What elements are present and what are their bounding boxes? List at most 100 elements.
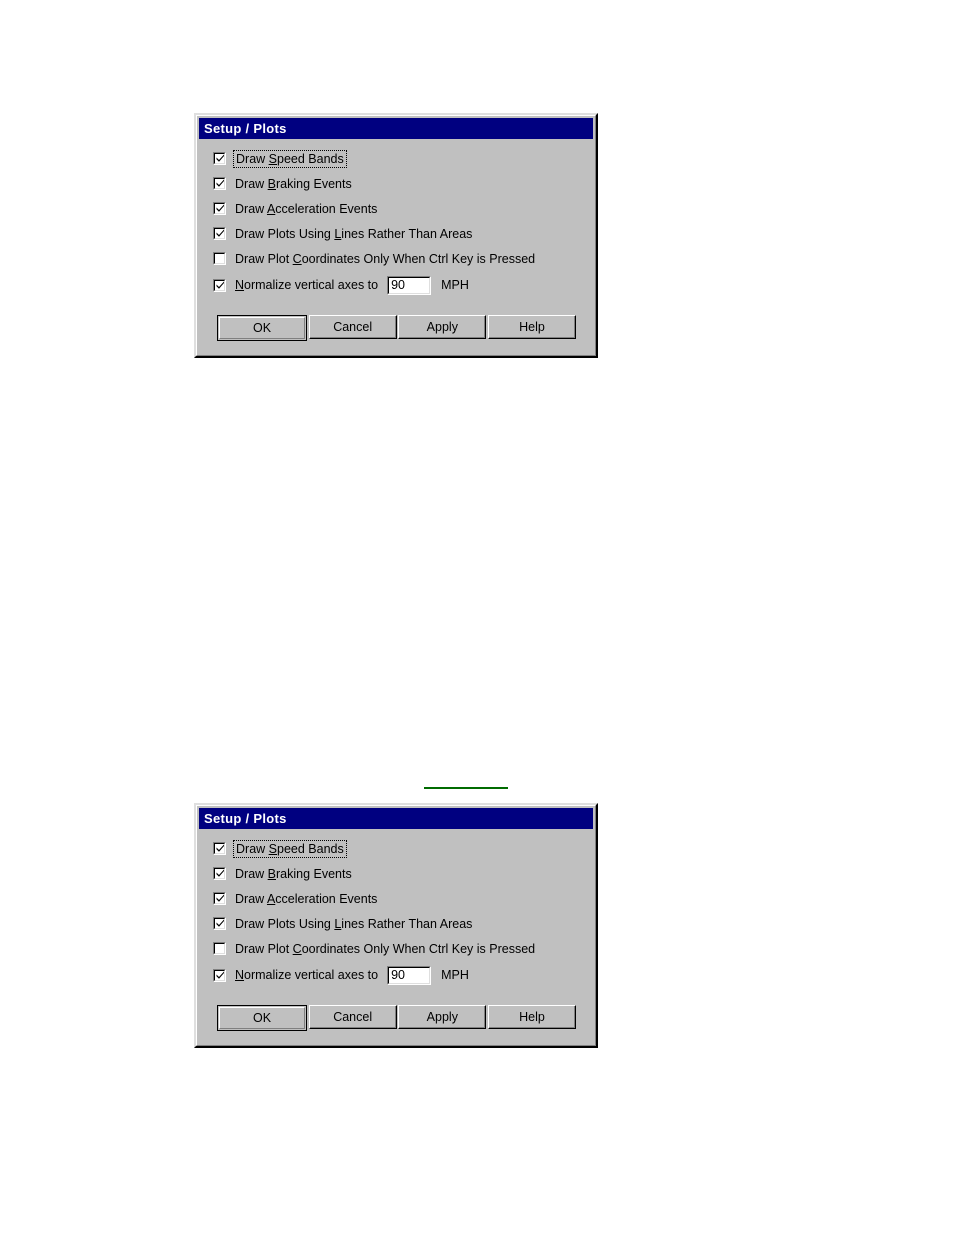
help-button[interactable]: Help <box>487 1005 576 1029</box>
checkbox-draw-braking-events[interactable] <box>213 867 226 880</box>
checkbox-row-draw-braking-events[interactable]: Draw Braking Events <box>213 175 579 192</box>
checkbox-row-draw-acceleration-events[interactable]: Draw Acceleration Events <box>213 890 579 907</box>
label-part: oordinates Only When Ctrl Key is Pressed <box>301 251 536 266</box>
checkbox-label-draw-plot-coordinates: Draw Plot Coordinates Only When Ctrl Key… <box>235 252 535 266</box>
checkmark-icon <box>216 844 224 852</box>
checkmark-icon <box>216 229 224 237</box>
accelerator-char: N <box>235 968 245 982</box>
normalize-label: Normalize vertical axes to <box>235 278 378 292</box>
checkbox-draw-plot-coordinates[interactable] <box>213 942 226 955</box>
checkbox-normalize-vertical-axes[interactable] <box>213 278 226 292</box>
checkbox-row-draw-plots-using-lines[interactable]: Draw Plots Using Lines Rather Than Areas <box>213 915 579 932</box>
checkbox-row-draw-speed-bands[interactable]: Draw Speed Bands <box>213 149 579 168</box>
button-row-spacer <box>213 985 579 1005</box>
normalize-value-input[interactable]: 90 <box>387 275 432 295</box>
accelerator-char: B <box>267 176 276 191</box>
apply-button[interactable]: Apply <box>398 1005 487 1029</box>
button-row-spacer <box>213 295 579 315</box>
checkmark-icon <box>216 179 224 187</box>
cancel-button-label: Cancel <box>333 320 373 334</box>
checkmark-icon <box>216 971 224 979</box>
checkbox-draw-speed-bands[interactable] <box>213 842 226 855</box>
label-part: cceleration Events <box>275 201 378 216</box>
dialog-bottom: Setup / Plots Draw Speed Bands Draw Brak… <box>194 803 598 1048</box>
green-underline-mark <box>424 787 508 789</box>
normalize-unit-label: MPH <box>441 278 469 292</box>
normalize-vertical-axes-row[interactable]: Normalize vertical axes to 90 MPH <box>213 275 579 295</box>
ok-button-label: OK <box>252 321 272 335</box>
normalize-value-input[interactable]: 90 <box>387 965 432 985</box>
checkbox-label-draw-braking-events: Draw Braking Events <box>235 177 352 191</box>
dialog-frame: Setup / Plots Draw Speed Bands Draw Brak… <box>196 115 596 356</box>
checkmark-icon <box>216 869 224 877</box>
label-part: raking Events <box>276 176 352 191</box>
ok-button[interactable]: OK <box>217 1005 307 1031</box>
checkbox-row-draw-braking-events[interactable]: Draw Braking Events <box>213 865 579 882</box>
accelerator-char: S <box>268 841 277 856</box>
label-part: Draw Plot <box>235 251 293 266</box>
dialog-button-row: OK Cancel Apply Help <box>213 315 579 341</box>
normalize-label: Normalize vertical axes to <box>235 968 378 982</box>
checkbox-label-draw-braking-events: Draw Braking Events <box>235 867 352 881</box>
accelerator-char: N <box>235 278 245 292</box>
normalize-vertical-axes-row[interactable]: Normalize vertical axes to 90 MPH <box>213 965 579 985</box>
checkbox-draw-plot-coordinates[interactable] <box>213 252 226 265</box>
checkbox-draw-plots-using-lines[interactable] <box>213 917 226 930</box>
checkmark-icon <box>216 894 224 902</box>
checkbox-draw-plots-using-lines[interactable] <box>213 227 226 240</box>
label-part: Draw Plots Using <box>235 916 335 931</box>
normalize-unit-label: MPH <box>441 968 469 982</box>
label-part: peed Bands <box>277 841 344 856</box>
label-part: raking Events <box>276 866 352 881</box>
checkmark-icon <box>216 204 224 212</box>
label-part: oordinates Only When Ctrl Key is Pressed <box>301 941 536 956</box>
label-part: peed Bands <box>277 151 344 166</box>
ok-button[interactable]: OK <box>217 315 307 341</box>
help-button[interactable]: Help <box>487 315 576 339</box>
dialog-content: Draw Speed Bands Draw Braking Events Dra… <box>199 829 593 1043</box>
checkmark-icon <box>216 154 224 162</box>
dialog-frame: Setup / Plots Draw Speed Bands Draw Brak… <box>196 805 596 1046</box>
label-part: ormalize vertical axes to <box>244 278 379 292</box>
checkbox-draw-braking-events[interactable] <box>213 177 226 190</box>
label-part: ormalize vertical axes to <box>244 968 379 982</box>
normalize-value-text: 90 <box>391 277 406 292</box>
checkbox-draw-speed-bands[interactable] <box>213 152 226 165</box>
help-button-label: Help <box>519 320 545 334</box>
checkbox-row-draw-plot-coordinates[interactable]: Draw Plot Coordinates Only When Ctrl Key… <box>213 250 579 267</box>
accelerator-char: C <box>292 941 302 956</box>
cancel-button[interactable]: Cancel <box>308 315 397 339</box>
label-part: ines Rather Than Areas <box>341 226 473 241</box>
checkbox-draw-acceleration-events[interactable] <box>213 202 226 215</box>
checkbox-row-draw-plots-using-lines[interactable]: Draw Plots Using Lines Rather Than Areas <box>213 225 579 242</box>
title-bar: Setup / Plots <box>199 808 593 829</box>
checkmark-icon <box>216 281 224 289</box>
dialog-button-row: OK Cancel Apply Help <box>213 1005 579 1031</box>
apply-button-label: Apply <box>426 1010 458 1024</box>
label-part: Draw <box>235 201 267 216</box>
checkbox-label-draw-plot-coordinates: Draw Plot Coordinates Only When Ctrl Key… <box>235 942 535 956</box>
checkbox-row-draw-acceleration-events[interactable]: Draw Acceleration Events <box>213 200 579 217</box>
label-part: Draw <box>235 866 268 881</box>
accelerator-char: S <box>268 151 277 166</box>
help-button-label: Help <box>519 1010 545 1024</box>
normalize-value-text: 90 <box>391 967 406 982</box>
label-part: ines Rather Than Areas <box>341 916 473 931</box>
checkbox-row-draw-speed-bands[interactable]: Draw Speed Bands <box>213 839 579 858</box>
cancel-button[interactable]: Cancel <box>308 1005 397 1029</box>
apply-button[interactable]: Apply <box>398 315 487 339</box>
checkbox-draw-acceleration-events[interactable] <box>213 892 226 905</box>
checkbox-normalize-vertical-axes[interactable] <box>213 968 226 982</box>
apply-button-label: Apply <box>426 320 458 334</box>
accelerator-char: B <box>267 866 276 881</box>
label-part: Draw <box>235 176 268 191</box>
checkbox-label-draw-acceleration-events: Draw Acceleration Events <box>235 202 377 216</box>
cancel-button-label: Cancel <box>333 1010 373 1024</box>
checkbox-label-draw-speed-bands: Draw Speed Bands <box>233 149 347 168</box>
document-page: Setup / Plots Draw Speed Bands Draw Brak… <box>0 0 954 1235</box>
label-part: Draw Plots Using <box>235 226 335 241</box>
checkbox-label-draw-plots-using-lines: Draw Plots Using Lines Rather Than Areas <box>235 227 472 241</box>
label-part: Draw <box>236 841 269 856</box>
checkbox-row-draw-plot-coordinates[interactable]: Draw Plot Coordinates Only When Ctrl Key… <box>213 940 579 957</box>
label-part: Draw Plot <box>235 941 293 956</box>
